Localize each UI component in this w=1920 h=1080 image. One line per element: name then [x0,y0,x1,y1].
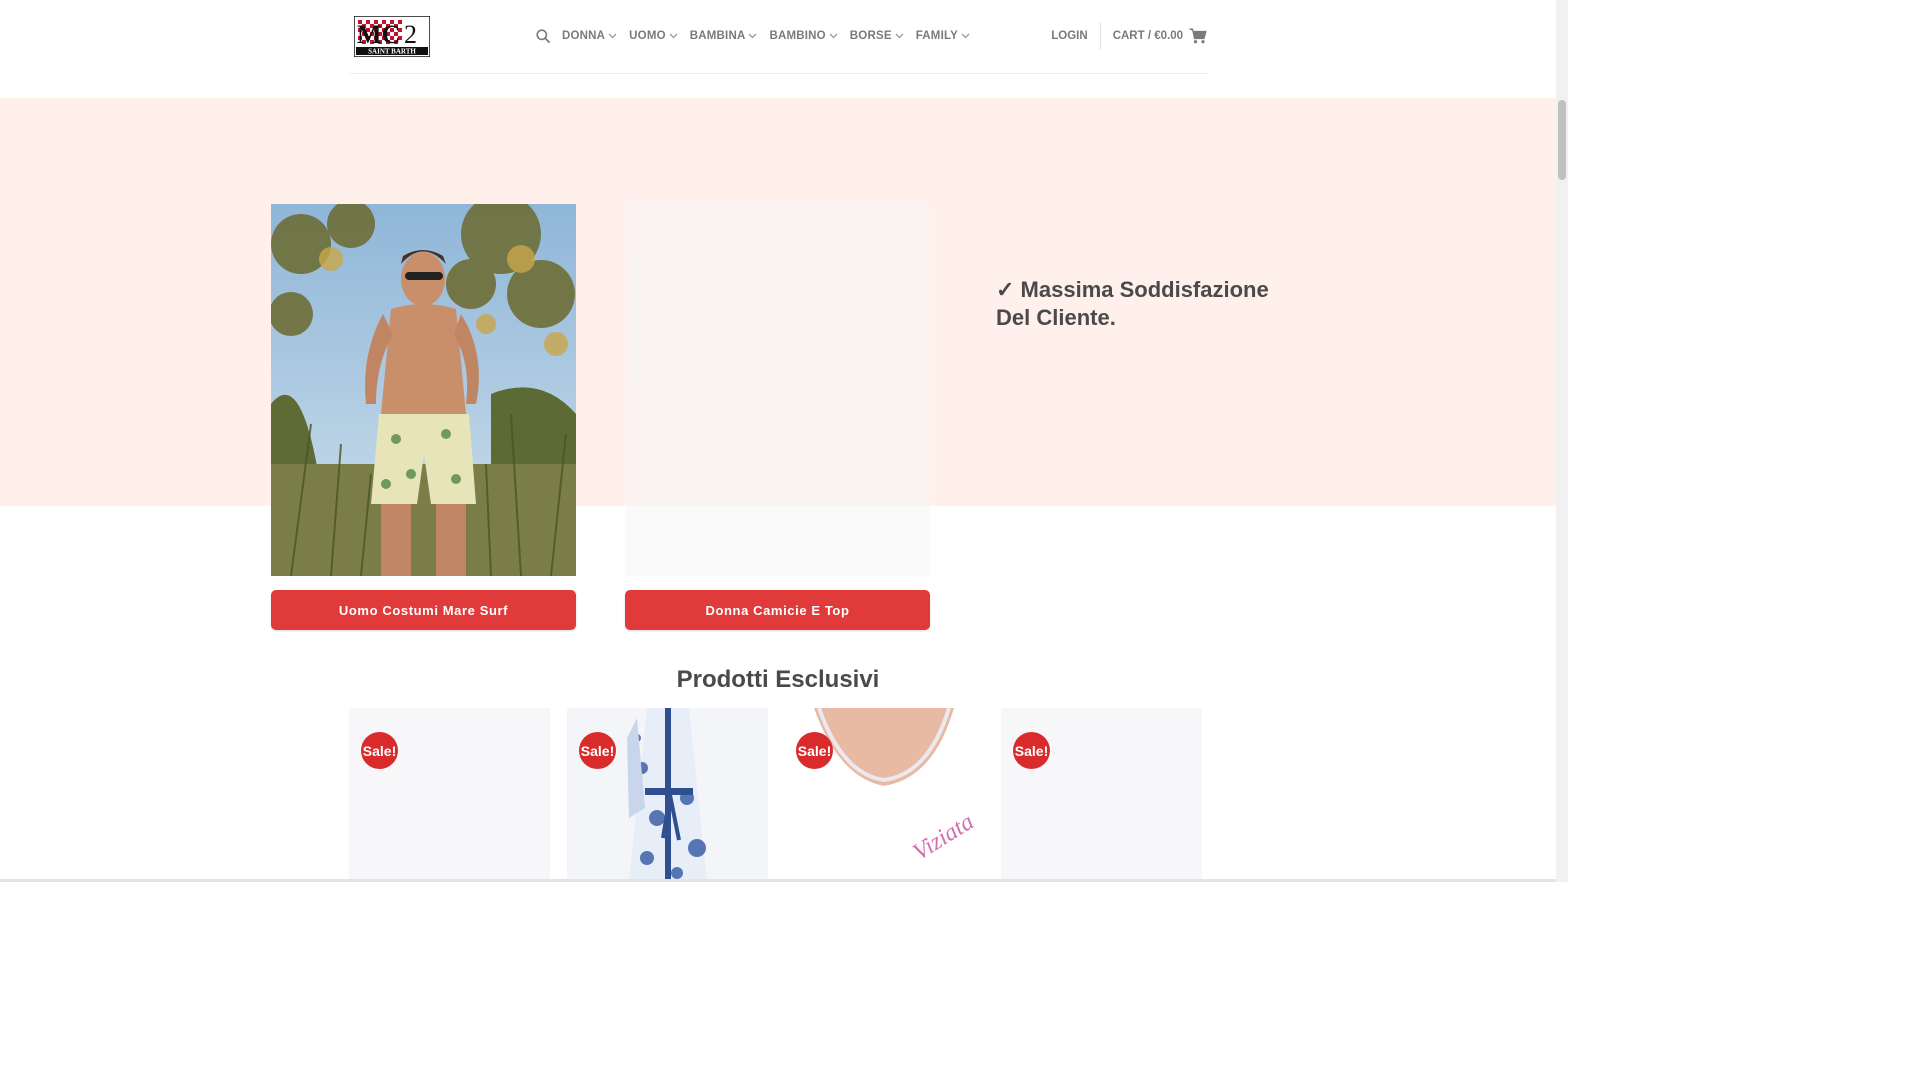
nav-item-label: DONNA [562,30,606,42]
svg-text:MC: MC [357,20,400,49]
product-card[interactable]: Viziata Sale! [784,708,985,882]
sale-badge: Sale! [796,732,833,769]
product-card[interactable]: Sale! [349,708,550,882]
chevron-down-icon [961,33,970,39]
chevron-down-icon [669,33,678,39]
product-card[interactable]: Sale! [567,708,768,882]
main-nav: DONNA UOMO BAMBINA BAMBINO BORSE FAMILY [536,28,982,44]
nav-item-label: FAMILY [915,30,959,42]
nav-item-label: BORSE [849,30,892,42]
nav-item-label: UOMO [629,30,666,42]
donna-camicie-button[interactable]: Donna Camicie E Top [625,590,930,630]
cart-link[interactable]: CART / €0.00 [1101,28,1207,44]
nav-item-uomo[interactable]: UOMO [629,30,678,42]
nav-item-label: BAMBINA [689,30,746,42]
nav-item-borse[interactable]: BORSE [850,30,904,42]
chevron-down-icon [608,33,617,39]
account-nav: LOGIN CART / €0.00 [1051,22,1207,50]
nav-item-label: BAMBINO [769,30,826,42]
section-title: Prodotti Esclusivi [676,666,880,693]
cart-label: CART / €0.00 [1112,30,1183,42]
uomo-costumi-button[interactable]: Uomo Costumi Mare Surf [271,590,576,630]
sale-badge: Sale! [361,732,398,769]
nav-item-family[interactable]: FAMILY [916,30,970,42]
chevron-down-icon [829,33,838,39]
site-logo[interactable]: MC 2 SAINT BARTH [353,15,431,58]
donna-camicie-image[interactable] [625,204,930,576]
nav-item-bambino[interactable]: BAMBINO [769,30,838,42]
scrollbar-thumb[interactable] [1558,100,1566,180]
customer-satisfaction-heading: ✓ Massima Soddisfazione Del Cliente. [996,277,1269,330]
scrollbar[interactable] [1556,0,1568,882]
divider [0,879,1556,882]
svg-text:SAINT BARTH: SAINT BARTH [368,48,416,56]
cart-icon [1189,28,1207,44]
site-header: MC 2 SAINT BARTH DONNA UOMO BAMBINA BAMB… [0,0,1556,98]
product-card[interactable]: Sale! [1001,708,1202,882]
chevron-down-icon [895,33,904,39]
nav-item-bambina[interactable]: BAMBINA [690,30,758,42]
uomo-costumi-image[interactable] [271,204,576,576]
sale-badge: Sale! [579,732,616,769]
header-bar: MC 2 SAINT BARTH DONNA UOMO BAMBINA BAMB… [349,0,1207,74]
svg-text:2: 2 [404,20,417,49]
search-icon[interactable] [536,28,552,44]
chevron-down-icon [748,33,757,39]
sale-badge: Sale! [1013,732,1050,769]
nav-item-donna[interactable]: DONNA [562,30,617,42]
login-link[interactable]: LOGIN [1051,22,1101,50]
